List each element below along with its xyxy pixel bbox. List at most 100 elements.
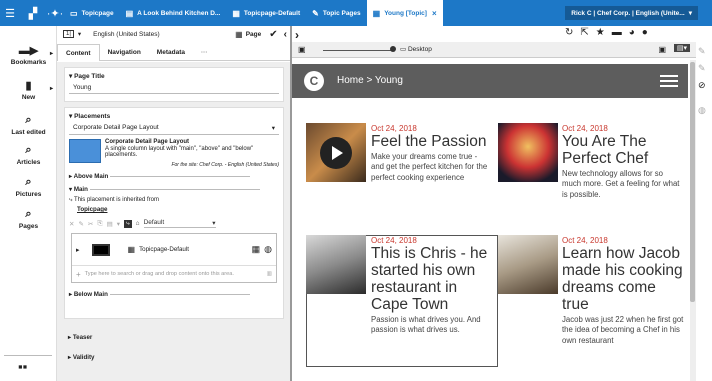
tab-more[interactable]: ··· (193, 44, 216, 61)
teaser-section[interactable]: ▸ Teaser (64, 331, 96, 344)
preview-scrollbar[interactable] (690, 60, 696, 381)
inherit-toggle-icon[interactable]: ⤷ (123, 219, 132, 228)
panel-tabs: Content Navigation Metadata ··· (57, 43, 290, 61)
teaser-image-1[interactable] (306, 123, 366, 182)
scrollbar-thumb[interactable] (690, 62, 695, 302)
check-in-icon[interactable]: ✔ (269, 29, 277, 40)
bookmarks-icon: ▬▶ (18, 45, 39, 57)
tab-navigation[interactable]: Navigation (100, 44, 149, 61)
inherit-icon: ⤷ (69, 197, 73, 203)
document-icon: ▤ (125, 8, 134, 18)
caret-right-icon: ▸ (49, 86, 53, 92)
teaser-3[interactable]: Oct 24, 2018 This is Chris - he started … (371, 236, 493, 336)
tab-topicpage[interactable]: ▭ Topicpage (64, 0, 120, 26)
tab-metadata[interactable]: Metadata (149, 44, 193, 61)
above-main-section[interactable]: ▸ Above Main (65, 170, 283, 183)
nav-articles[interactable]: ⌕ Articles (0, 144, 57, 166)
library-icon[interactable]: ▥ (267, 271, 272, 277)
inherited-link[interactable]: Topicpage (65, 205, 283, 214)
last-edited-icon: ⌕ (25, 114, 32, 126)
page-type-label: Page (245, 30, 262, 38)
page-preview: C Home > Young Oct 24, 2018 Feel the Pas… (292, 60, 688, 381)
page-grid-icon: ▦ (127, 245, 136, 254)
bookmark-star-icon[interactable]: ★ (596, 27, 605, 38)
user-icon[interactable]: ● (642, 27, 648, 38)
chevron-down-icon: ▾ (212, 220, 216, 227)
drop-area[interactable]: + Type here to search or drag and drop c… (72, 266, 276, 282)
nav-last-edited[interactable]: ⌕ Last edited (0, 114, 57, 136)
page-title-input[interactable]: Young (69, 82, 279, 94)
tab-article[interactable]: ▤ A Look Behind Kitchen D... (120, 0, 227, 26)
teaser-image-2[interactable] (498, 123, 558, 182)
slider-handle[interactable] (390, 46, 396, 52)
main-section[interactable]: ▾ Main (65, 183, 283, 196)
play-icon[interactable] (320, 137, 352, 169)
placements-header[interactable]: ▾ Placements (65, 108, 283, 122)
hamburger-icon[interactable] (660, 75, 678, 87)
nav-pictures[interactable]: ⌕ Pictures (0, 176, 57, 198)
menu-grid-icon[interactable]: ☰ (0, 7, 20, 20)
nav-divider (4, 355, 52, 356)
chevron-down-icon: ▾ (688, 10, 692, 17)
clock-icon[interactable]: ◕ (629, 27, 635, 38)
paste-icon[interactable]: ▤ (107, 220, 113, 228)
expand-row-icon[interactable]: ▸ (76, 246, 80, 254)
actions-toolbar: ↻ ⇱ ★ ▬ ◕ ● (565, 27, 648, 38)
tab-topicpage-default[interactable]: ▦ Topicpage-Default (226, 0, 306, 26)
cut-icon[interactable]: ✂ (88, 220, 93, 228)
nav-bookmarks[interactable]: ▬▶ Bookmarks ▸ (0, 44, 57, 66)
caret-right-icon: ▸ (49, 51, 53, 57)
page-grid-icon: ▦ (372, 8, 381, 18)
left-nav: ▬▶ Bookmarks ▸ ▮ New ▸ ⌕ Last edited ⌕ Article… (0, 26, 57, 381)
teaser-4[interactable]: Oct 24, 2018 Learn how Jacob made his co… (562, 236, 686, 346)
validity-section[interactable]: ▸ Validity (64, 351, 99, 364)
collection-icon (91, 243, 110, 256)
lock-small-icon[interactable]: ⌂ (136, 220, 140, 227)
page-title-header[interactable]: ▾ Page Title (65, 68, 283, 82)
expand-icon[interactable]: › (295, 28, 299, 42)
open-external-icon[interactable]: ⇱ (580, 27, 588, 38)
pictures-icon: ⌕ (25, 176, 32, 188)
articles-icon: ⌕ (25, 144, 32, 156)
home-icon: ▭ (70, 8, 78, 18)
breadcrumb[interactable]: Home > Young (337, 75, 403, 86)
layout-view-icon[interactable]: ▣ (658, 45, 666, 54)
nav-new[interactable]: ▮ New ▸ (0, 79, 57, 101)
pencil-icon[interactable]: ✎ (698, 46, 712, 57)
device-slider[interactable] (323, 50, 395, 51)
collapse-icon[interactable]: ‹ (284, 29, 287, 40)
teaser-image-3[interactable] (306, 235, 366, 294)
tab-topic-pages[interactable]: ✎ Topic Pages (306, 0, 367, 26)
list-item[interactable]: ▸ ▦ Topicpage-Default ▦ ◍ (72, 234, 276, 266)
edit-icon[interactable]: ✎ (78, 220, 83, 228)
apps-grid-icon[interactable]: ▪▪ (18, 359, 27, 374)
nav-pages[interactable]: ⌕ Pages (0, 208, 57, 230)
user-menu[interactable]: Rick C | Chef Corp. | English (Unite... ▾ (565, 6, 698, 20)
teaser-1[interactable]: Oct 24, 2018 Feel the Passion Make your … (371, 124, 491, 183)
teaser-2[interactable]: Oct 24, 2018 You Are The Perfect Chef Ne… (562, 124, 684, 200)
language-icon[interactable]: 1| (63, 30, 74, 38)
window-icon[interactable]: ▣ (298, 45, 306, 54)
tab-content[interactable]: Content (57, 43, 100, 61)
device-label: ▭ Desktop (400, 46, 432, 53)
add-icon[interactable]: + (76, 270, 81, 279)
layout-select[interactable]: Corporate Detail Page Layout ▾ (69, 122, 279, 135)
preview-menu-icon[interactable]: ▤▾ (673, 44, 690, 52)
view-type-select[interactable]: Default ▾ (143, 219, 216, 228)
pencil-icon[interactable]: ✎ (698, 63, 712, 74)
remove-icon[interactable]: ✕ (69, 220, 74, 228)
tab-young-topic[interactable]: ▦ Young [Topic] × (366, 0, 443, 26)
select-icon[interactable]: ▾ (117, 220, 120, 228)
link-icon[interactable]: ⊘ (698, 80, 712, 91)
site-logo[interactable]: C (304, 71, 324, 91)
copy-icon[interactable]: ⎘ (97, 220, 102, 228)
globe-icon[interactable]: ◍ (698, 105, 712, 116)
chevron-down-icon[interactable]: ▾ (78, 30, 81, 38)
close-tab-icon[interactable]: × (432, 9, 437, 18)
below-main-section[interactable]: ▸ Below Main (65, 288, 283, 301)
teaser-image-4[interactable] (498, 235, 558, 294)
settings-dots-icon[interactable]: ·✦· (46, 7, 64, 20)
publish-icon[interactable]: ▬ (612, 27, 622, 38)
content-form: ▾ Page Title Young ▾ Placements Corporat… (57, 62, 290, 381)
reload-icon[interactable]: ↻ (565, 27, 573, 38)
